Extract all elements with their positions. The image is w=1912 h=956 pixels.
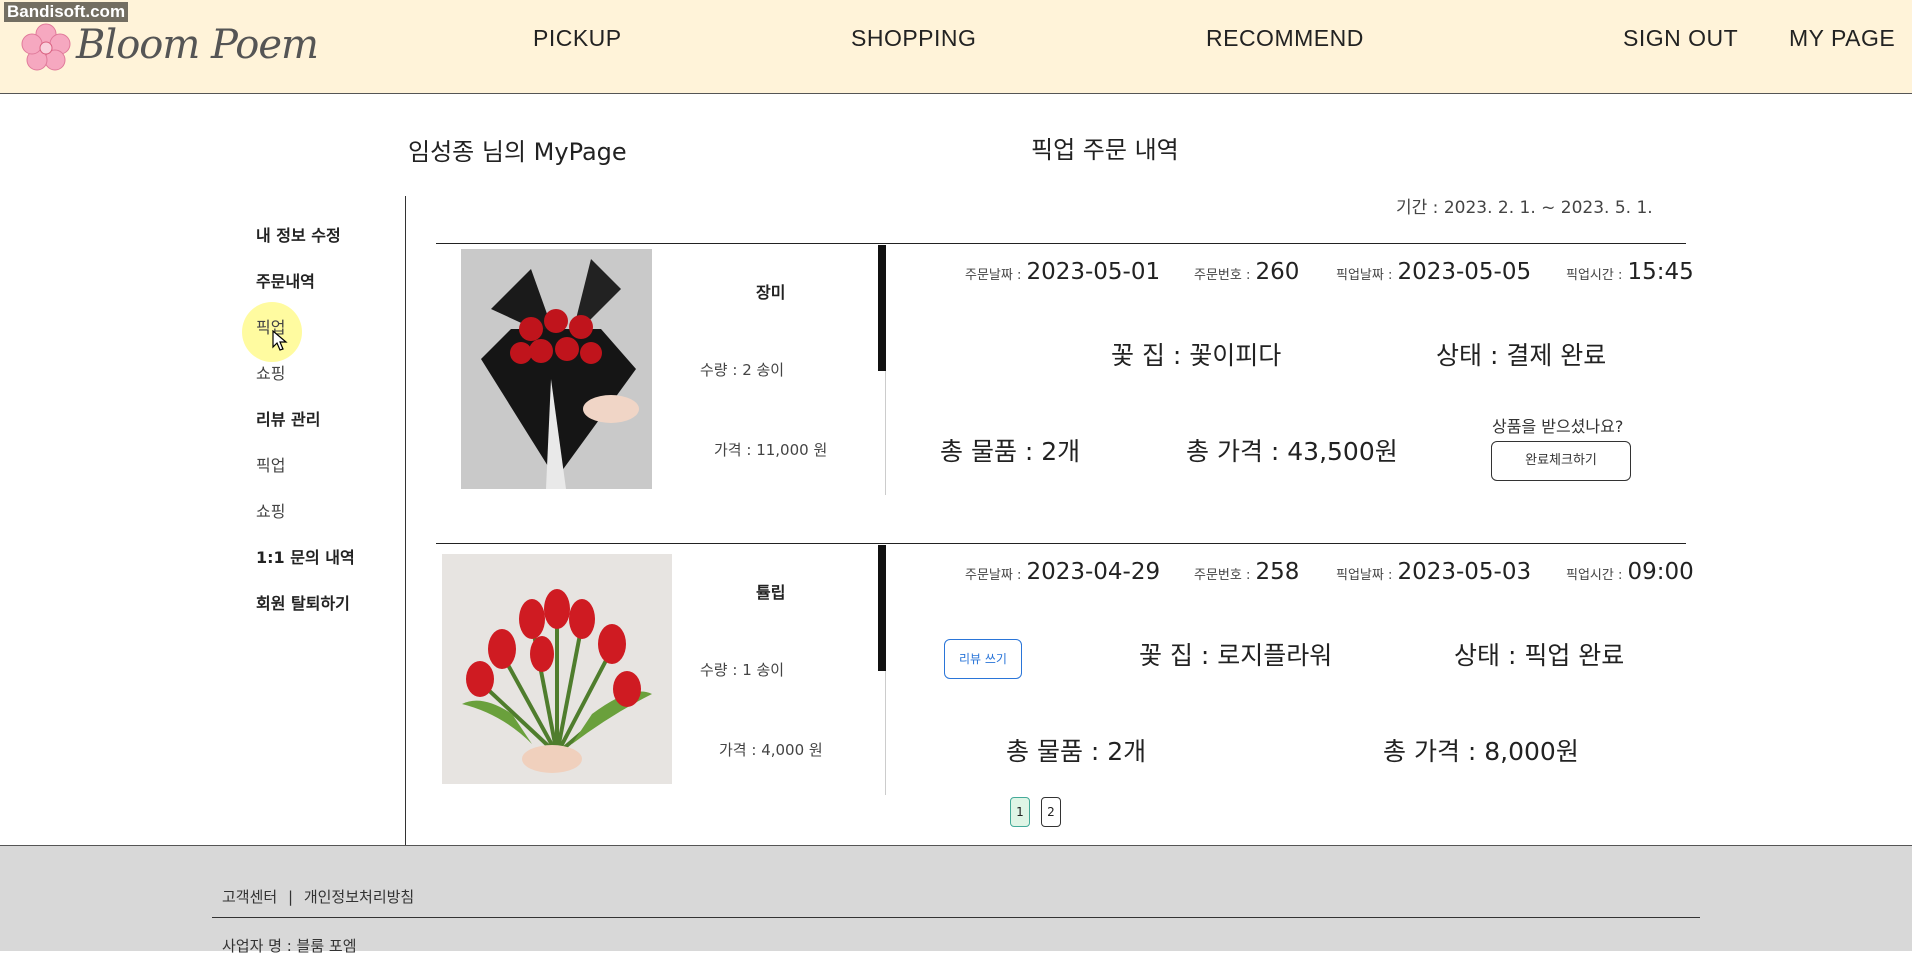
order-number-label: 주문번호 : xyxy=(1194,268,1251,283)
order-date-label: 주문날짜 : xyxy=(965,268,1022,283)
sidebar-edit-info[interactable]: 내 정보 수정 xyxy=(256,222,341,246)
order-date-value: 2023-04-29 xyxy=(1026,559,1161,585)
order-divider xyxy=(436,543,1686,544)
tulip-bouquet-image xyxy=(442,554,672,784)
write-review-button[interactable]: 리뷰 쓰기 xyxy=(944,639,1022,679)
product-name: 장미 xyxy=(756,283,786,302)
privacy-policy-link[interactable]: 개인정보처리방침 xyxy=(304,888,414,906)
product-price: 가격 : 4,000 원 xyxy=(719,741,823,759)
flower-logo-icon xyxy=(21,23,71,71)
rose-bouquet-photo xyxy=(461,249,652,489)
order-number-label: 주문번호 : xyxy=(1194,568,1251,583)
pickup-time-value: 09:00 xyxy=(1627,559,1694,585)
order-date-label: 주문날짜 : xyxy=(965,568,1022,583)
sidebar-reviews[interactable]: 리뷰 관리 xyxy=(256,406,320,430)
shop-name: 꽃 집 : 로지플라워 xyxy=(1139,641,1333,670)
mouse-cursor-icon xyxy=(272,330,288,351)
pickup-time: 픽업시간 : 09:00 xyxy=(1566,559,1694,585)
sidebar-withdraw[interactable]: 회원 탈퇴하기 xyxy=(256,590,350,614)
order-divider xyxy=(436,243,1686,244)
total-price: 총 가격 : 8,000원 xyxy=(1383,737,1579,766)
customer-center-link[interactable]: 고객센터 xyxy=(222,888,277,906)
rose-bouquet-image xyxy=(461,249,652,489)
shop-name: 꽃 집 : 꽃이피다 xyxy=(1111,341,1282,370)
product-qty: 수량 : 1 송이 xyxy=(700,661,785,679)
top-header: Bloom Poem PICKUP SHOPPING RECOMMEND SIG… xyxy=(0,0,1912,94)
page-1-button[interactable]: 1 xyxy=(1010,797,1030,827)
order-number-value: 260 xyxy=(1255,259,1300,285)
order-number-value: 258 xyxy=(1255,559,1300,585)
order-accent-bar xyxy=(878,545,886,671)
order-date: 주문날짜 : 2023-05-01 xyxy=(965,259,1160,285)
period-range: 기간 : 2023. 2. 1. ~ 2023. 5. 1. xyxy=(1396,198,1653,218)
order-status: 상태 : 결제 완료 xyxy=(1436,341,1607,370)
product-qty: 수량 : 2 송이 xyxy=(700,361,785,379)
section-title: 픽업 주문 내역 xyxy=(1031,136,1179,164)
order-card: 튤립 수량 : 1 송이 가격 : 4,000 원 주문날짜 : 2023-04… xyxy=(436,543,1694,795)
sidebar-reviews-shopping[interactable]: 쇼핑 xyxy=(256,498,285,522)
watermark: Bandisoft.com xyxy=(4,2,129,22)
pickup-time: 픽업시간 : 15:45 xyxy=(1566,259,1694,285)
complete-check-button[interactable]: 완료체크하기 xyxy=(1491,441,1631,481)
business-name: 사업자 명 : 블룸 포엠 xyxy=(222,937,357,955)
total-items: 총 물품 : 2개 xyxy=(940,437,1081,466)
nav-recommend[interactable]: RECOMMEND xyxy=(1206,25,1364,52)
order-thin-divider xyxy=(885,671,886,795)
logo-text: Bloom Poem xyxy=(76,22,319,68)
pickup-time-value: 15:45 xyxy=(1627,259,1694,285)
pickup-date: 픽업날짜 : 2023-05-05 xyxy=(1336,259,1531,285)
page-2-button[interactable]: 2 xyxy=(1041,797,1061,827)
pickup-date: 픽업날짜 : 2023-05-03 xyxy=(1336,559,1531,585)
pickup-time-label: 픽업시간 : xyxy=(1566,268,1623,283)
mypage-title: 임성종 님의 MyPage xyxy=(408,138,627,166)
sidebar-reviews-pickup[interactable]: 픽업 xyxy=(256,452,285,476)
pickup-time-label: 픽업시간 : xyxy=(1566,568,1623,583)
received-question: 상품을 받으셨나요? xyxy=(1492,417,1624,436)
pickup-date-value: 2023-05-05 xyxy=(1397,259,1532,285)
footer-separator: | xyxy=(287,888,294,906)
footer-links: 고객센터 | 개인정보처리방침 xyxy=(222,886,414,907)
order-thin-divider xyxy=(885,371,886,495)
my-page-link[interactable]: MY PAGE xyxy=(1789,25,1895,52)
pickup-date-label: 픽업날짜 : xyxy=(1336,568,1393,583)
sidebar-inquiries[interactable]: 1:1 문의 내역 xyxy=(256,544,355,568)
footer-divider xyxy=(212,917,1700,918)
order-accent-bar xyxy=(878,245,886,371)
nav-pickup[interactable]: PICKUP xyxy=(533,25,622,52)
pickup-date-label: 픽업날짜 : xyxy=(1336,268,1393,283)
footer: 고객센터 | 개인정보처리방침 사업자 명 : 블룸 포엠 xyxy=(0,845,1912,955)
sign-out-link[interactable]: SIGN OUT xyxy=(1623,25,1738,52)
order-status: 상태 : 픽업 완료 xyxy=(1454,641,1625,670)
order-date-value: 2023-05-01 xyxy=(1026,259,1161,285)
nav-shopping[interactable]: SHOPPING xyxy=(851,25,976,52)
total-items: 총 물품 : 2개 xyxy=(1006,737,1147,766)
order-number: 주문번호 : 258 xyxy=(1194,559,1299,585)
tulip-bouquet-photo xyxy=(442,554,672,784)
pickup-date-value: 2023-05-03 xyxy=(1397,559,1532,585)
order-number: 주문번호 : 260 xyxy=(1194,259,1299,285)
sidebar-divider xyxy=(405,196,406,846)
product-name: 튤립 xyxy=(756,583,786,602)
product-price: 가격 : 11,000 원 xyxy=(714,441,828,459)
total-price: 총 가격 : 43,500원 xyxy=(1186,437,1398,466)
sidebar-orders[interactable]: 주문내역 xyxy=(256,268,315,292)
order-card: 장미 수량 : 2 송이 가격 : 11,000 원 주문날짜 : 2023-0… xyxy=(436,243,1694,495)
logo[interactable]: Bloom Poem xyxy=(20,16,319,76)
order-date: 주문날짜 : 2023-04-29 xyxy=(965,559,1160,585)
sidebar-orders-shopping[interactable]: 쇼핑 xyxy=(256,360,285,384)
